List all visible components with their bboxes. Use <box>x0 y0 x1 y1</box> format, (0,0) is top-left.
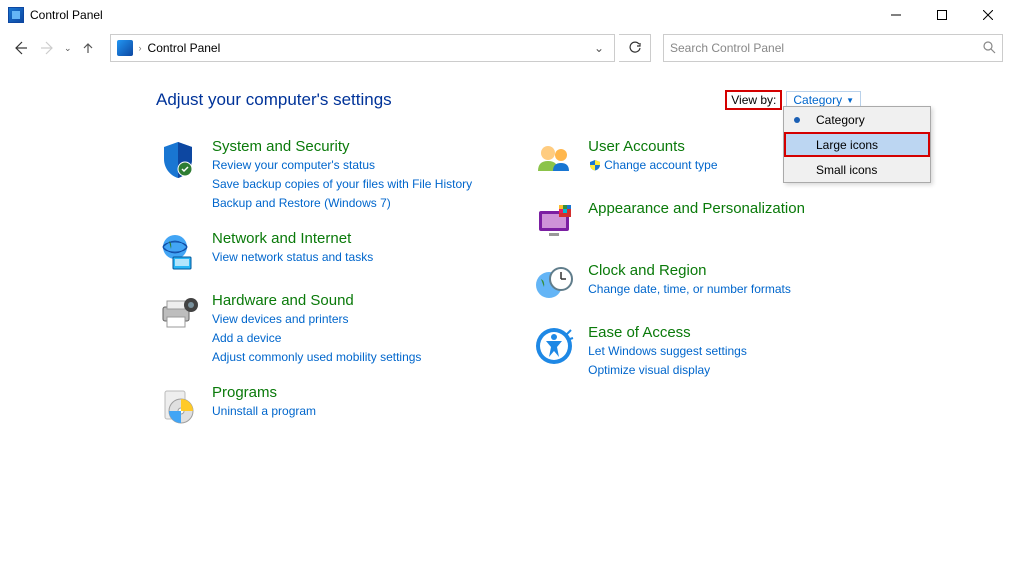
viewby-label: View by: <box>725 90 782 110</box>
category-link[interactable]: Adjust commonly used mobility settings <box>212 348 421 366</box>
viewby-option-category[interactable]: Category <box>784 107 930 132</box>
search-input[interactable]: Search Control Panel <box>663 34 1003 62</box>
maximize-button[interactable] <box>919 0 965 30</box>
viewby-option-large-icons[interactable]: Large icons <box>784 132 930 157</box>
search-icon <box>982 40 996 57</box>
category-link[interactable]: Optimize visual display <box>588 361 747 379</box>
up-button[interactable] <box>76 36 100 60</box>
address-dropdown-icon[interactable]: ⌄ <box>586 41 612 55</box>
category-link[interactable]: Backup and Restore (Windows 7) <box>212 194 472 212</box>
category-link[interactable]: Let Windows suggest settings <box>588 342 747 360</box>
category-link[interactable]: Save backup copies of your files with Fi… <box>212 175 472 193</box>
category-link[interactable]: Uninstall a program <box>212 402 316 420</box>
category-system-security: System and Security Review your computer… <box>156 138 472 212</box>
category-title[interactable]: Hardware and Sound <box>212 292 421 309</box>
category-link[interactable]: Change account type <box>588 156 717 174</box>
clock-globe-icon <box>532 262 576 306</box>
viewby-menu: Category Large icons Small icons <box>783 106 931 183</box>
breadcrumb-separator-icon[interactable]: › <box>139 43 142 53</box>
category-title[interactable]: User Accounts <box>588 138 717 155</box>
address-bar[interactable]: › Control Panel ⌄ <box>110 34 615 62</box>
category-title[interactable]: Programs <box>212 384 316 401</box>
category-programs: Programs Uninstall a program <box>156 384 472 428</box>
category-column-left: System and Security Review your computer… <box>156 138 472 428</box>
recent-locations-icon[interactable]: ⌄ <box>64 43 72 54</box>
category-title[interactable]: Appearance and Personalization <box>588 200 805 217</box>
app-icon <box>8 7 24 23</box>
uac-shield-icon <box>588 158 602 172</box>
category-ease-of-access: Ease of Access Let Windows suggest setti… <box>532 324 805 379</box>
forward-button[interactable] <box>36 36 60 60</box>
category-title[interactable]: Ease of Access <box>588 324 747 341</box>
printer-icon <box>156 292 200 336</box>
users-icon <box>532 138 576 182</box>
category-network-internet: Network and Internet View network status… <box>156 230 472 274</box>
control-panel-icon <box>117 40 133 56</box>
chevron-down-icon: ▼ <box>846 96 854 105</box>
category-hardware-sound: Hardware and Sound View devices and prin… <box>156 292 472 366</box>
ease-of-access-icon <box>532 324 576 368</box>
breadcrumb-item[interactable]: Control Panel <box>148 41 221 55</box>
category-link[interactable]: View network status and tasks <box>212 248 373 266</box>
titlebar: Control Panel <box>0 0 1011 30</box>
navbar: ⌄ › Control Panel ⌄ Search Control Panel <box>0 30 1011 66</box>
category-link[interactable]: View devices and printers <box>212 310 421 328</box>
category-user-accounts: User Accounts Change account type <box>532 138 805 182</box>
category-appearance-personalization: Appearance and Personalization <box>532 200 805 244</box>
category-title[interactable]: Clock and Region <box>588 262 791 279</box>
shield-icon <box>156 138 200 182</box>
category-title[interactable]: System and Security <box>212 138 472 155</box>
monitor-colors-icon <box>532 200 576 244</box>
back-button[interactable] <box>8 36 32 60</box>
search-placeholder: Search Control Panel <box>670 41 982 55</box>
disc-box-icon <box>156 384 200 428</box>
selected-indicator-icon <box>794 117 800 123</box>
close-button[interactable] <box>965 0 1011 30</box>
content-area: Adjust your computer's settings View by:… <box>0 66 1011 428</box>
viewby-option-small-icons[interactable]: Small icons <box>784 157 930 182</box>
viewby-value: Category <box>793 93 842 107</box>
category-column-right: User Accounts Change account type Appear… <box>532 138 805 428</box>
globe-icon <box>156 230 200 274</box>
refresh-button[interactable] <box>619 34 651 62</box>
category-link[interactable]: Change date, time, or number formats <box>588 280 791 298</box>
category-title[interactable]: Network and Internet <box>212 230 373 247</box>
category-link[interactable]: Add a device <box>212 329 421 347</box>
window-title: Control Panel <box>30 8 103 22</box>
category-link[interactable]: Review your computer's status <box>212 156 472 174</box>
category-clock-region: Clock and Region Change date, time, or n… <box>532 262 805 306</box>
minimize-button[interactable] <box>873 0 919 30</box>
